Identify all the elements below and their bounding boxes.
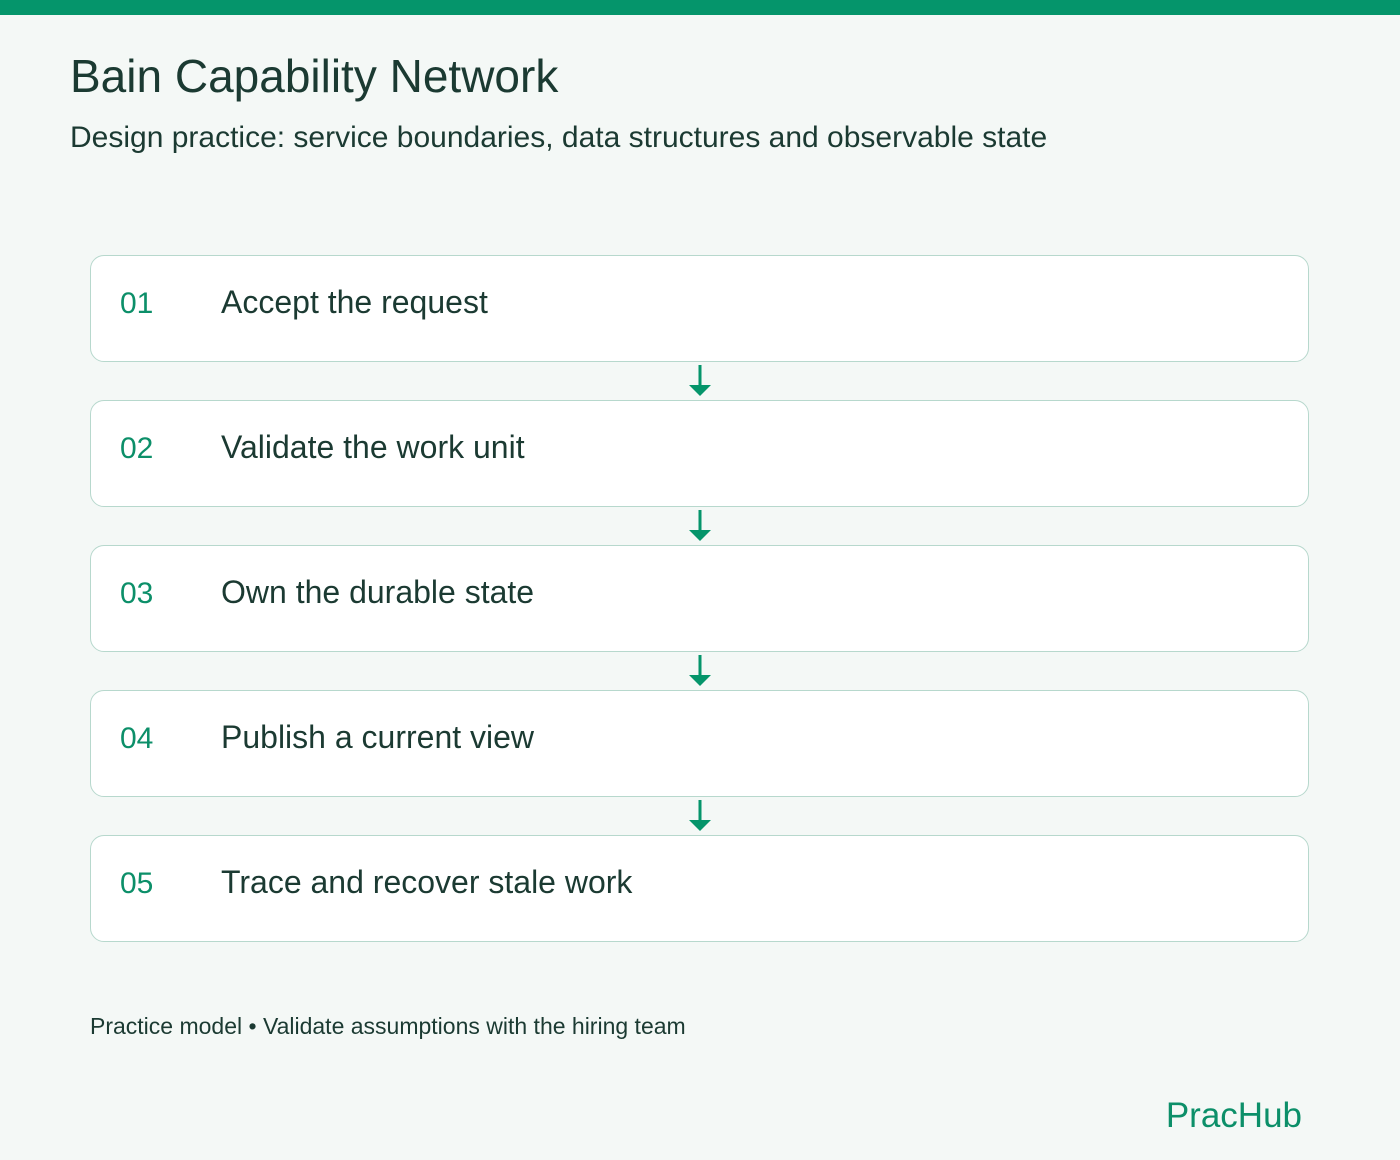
step-box-2: 02 Validate the work unit xyxy=(90,400,1309,507)
step-label: Accept the request xyxy=(221,284,488,320)
footer-note: Practice model • Validate assumptions wi… xyxy=(90,1013,686,1039)
step-number: 03 xyxy=(120,577,154,610)
step-label: Validate the work unit xyxy=(221,429,525,465)
step-box-1: 01 Accept the request xyxy=(90,255,1309,362)
step-box-5: 05 Trace and recover stale work xyxy=(90,835,1309,942)
step-number: 02 xyxy=(120,432,154,465)
step-box-3: 03 Own the durable state xyxy=(90,545,1309,652)
arrow-down-icon xyxy=(689,510,711,541)
step-label: Own the durable state xyxy=(221,574,535,610)
top-accent-bar xyxy=(0,0,1400,15)
step-number: 05 xyxy=(120,867,154,900)
step-number: 04 xyxy=(120,722,154,755)
step-box-4: 04 Publish a current view xyxy=(90,690,1309,797)
brand-logo-text: PracHub xyxy=(1165,1096,1302,1135)
page-subtitle: Design practice: service boundaries, dat… xyxy=(70,121,1048,154)
step-number: 01 xyxy=(120,287,154,320)
arrow-down-icon xyxy=(689,800,711,831)
step-label: Publish a current view xyxy=(221,719,535,755)
step-label: Trace and recover stale work xyxy=(221,864,633,900)
process-flow: 01 Accept the request 02 Validate the wo… xyxy=(90,255,1311,945)
page-title: Bain Capability Network xyxy=(70,50,559,102)
arrow-down-icon xyxy=(689,365,711,396)
arrow-down-icon xyxy=(689,655,711,686)
